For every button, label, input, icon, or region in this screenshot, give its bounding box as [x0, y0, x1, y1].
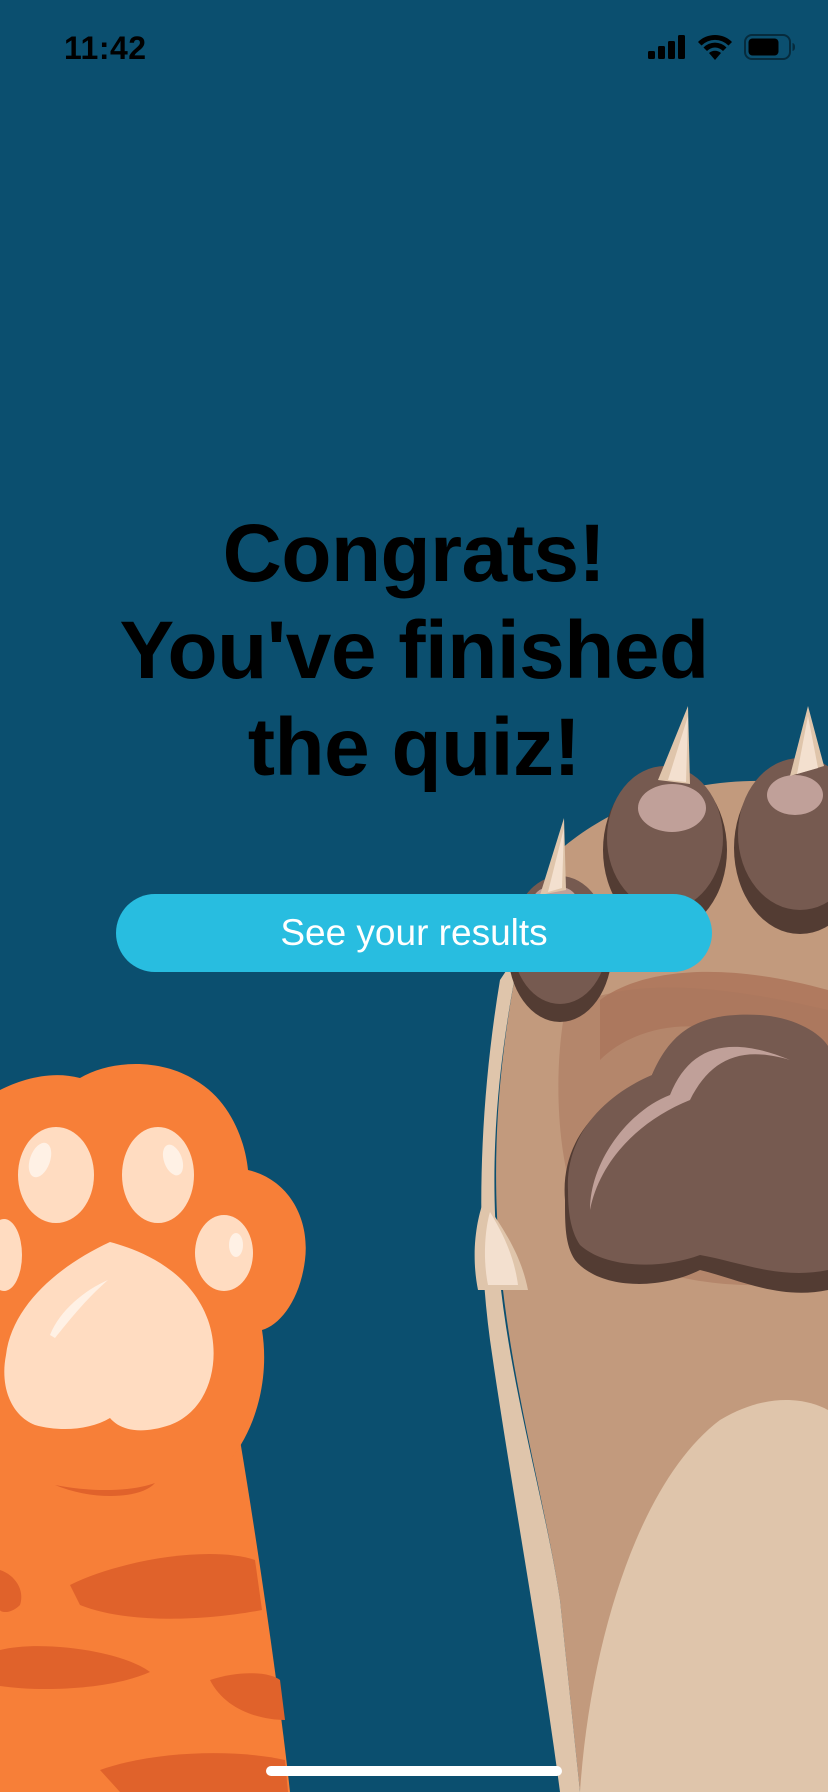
orange-cat-paw: [0, 1064, 306, 1792]
quiz-complete-screen: 11:42 Congrats! You've finished the quiz…: [0, 0, 828, 1792]
home-indicator[interactable]: [266, 1766, 562, 1776]
brown-cat-paw: [474, 706, 828, 1792]
see-results-button[interactable]: See your results: [116, 894, 712, 972]
